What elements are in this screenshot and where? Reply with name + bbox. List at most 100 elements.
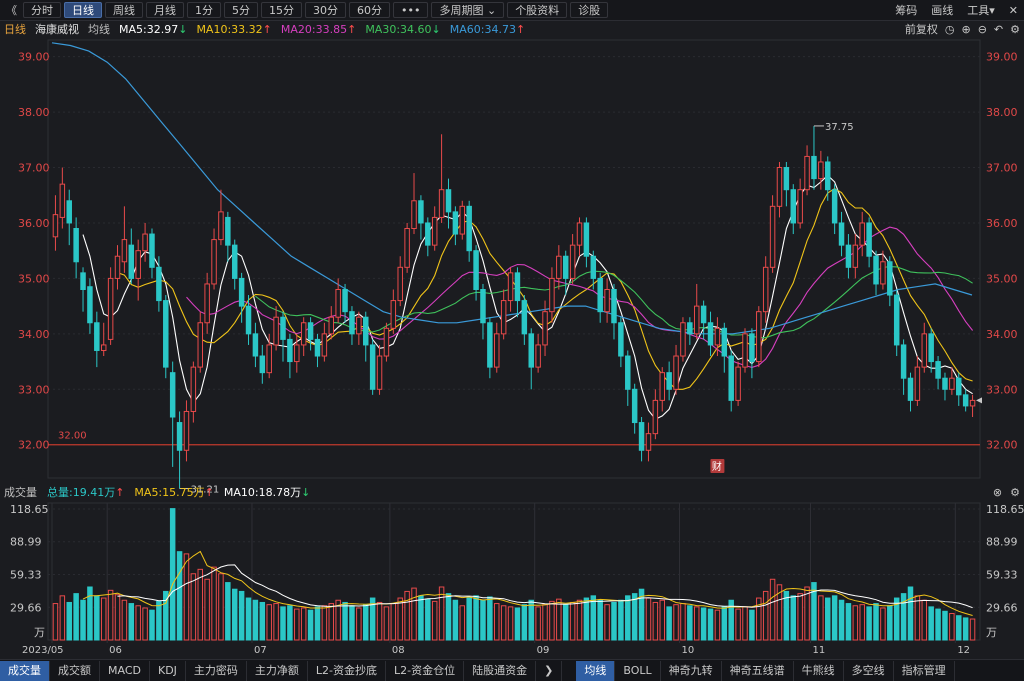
candle-body bbox=[273, 316, 279, 346]
candle-body bbox=[73, 228, 79, 263]
volume-bar bbox=[928, 606, 934, 641]
candle-body bbox=[66, 200, 72, 224]
volume-bar bbox=[942, 610, 948, 641]
time-label: 10 bbox=[681, 645, 694, 656]
volume-bar bbox=[611, 601, 617, 641]
indicator-tab-1[interactable]: 成交额 bbox=[50, 660, 100, 681]
volume-bar bbox=[652, 601, 659, 641]
candle-body bbox=[576, 222, 583, 246]
volume-bar bbox=[494, 603, 500, 641]
indicator-tab-0[interactable]: 成交量 bbox=[0, 660, 50, 681]
candle-body bbox=[804, 155, 810, 191]
volume-unit-left: 万 bbox=[34, 626, 45, 639]
volume-ma10-line bbox=[117, 564, 973, 609]
candle-body bbox=[80, 272, 86, 290]
volume-bar bbox=[583, 597, 590, 641]
axis-labels: 39.00 39.00 38.00 38.00 37.00 37.00 36.00 36.00… bbox=[10, 51, 1024, 656]
candle-body bbox=[307, 322, 314, 340]
candle-body bbox=[425, 222, 431, 246]
volume-tick-right: 29.66 bbox=[986, 601, 1018, 614]
candle-body bbox=[942, 377, 948, 390]
volume-bar bbox=[328, 603, 335, 641]
candle-body bbox=[349, 311, 355, 335]
candle-body bbox=[445, 189, 452, 213]
volume-unit-right: 万 bbox=[986, 626, 997, 639]
close-indicator-icon[interactable]: ⊗ bbox=[993, 485, 1002, 501]
candle-body bbox=[604, 288, 610, 313]
volume-bar bbox=[576, 599, 583, 641]
candle-body bbox=[893, 294, 900, 346]
indicator-tabs-left: 成交量 成交额 MACD KDJ 主力密码 主力净额 L2-资金抄底 L2-资金仓位 陆股通资金… bbox=[0, 660, 563, 681]
indicator-tab-2[interactable]: MACD bbox=[100, 660, 150, 681]
indicator-tab-4[interactable]: 主力密码 bbox=[186, 660, 247, 681]
volume-bar bbox=[556, 598, 562, 641]
volume-tick-left: 118.65 bbox=[10, 503, 49, 516]
candle-body bbox=[935, 361, 941, 379]
volume-bar bbox=[466, 597, 472, 641]
volume-bar bbox=[204, 578, 210, 641]
candle-body bbox=[659, 372, 665, 401]
volume-bar bbox=[790, 595, 797, 641]
indicator-tab-8[interactable]: 陆股通资金 bbox=[464, 660, 537, 681]
candle-body bbox=[487, 322, 493, 368]
overlay-tab-1[interactable]: BOLL bbox=[615, 660, 661, 681]
price-tick-left: 39.00 bbox=[18, 51, 50, 64]
volume-bar bbox=[397, 597, 403, 641]
volume-tick-right: 88.99 bbox=[986, 536, 1018, 549]
candle-body bbox=[631, 388, 638, 424]
overlay-tab-5[interactable]: 多空线 bbox=[844, 660, 894, 681]
indicator-tabs: 成交量 成交额 MACD KDJ 主力密码 主力净额 L2-资金抄底 L2-资金仓位 陆股通资金… bbox=[0, 659, 1024, 681]
ma5-line bbox=[82, 174, 973, 420]
volume-bar bbox=[211, 566, 217, 641]
kline-chart[interactable]: 39.00 39.00 38.00 38.00 37.00 37.00 36.00 36.00… bbox=[0, 0, 1024, 659]
volume-bar bbox=[349, 605, 355, 641]
volume-bar bbox=[687, 605, 693, 641]
candle-body bbox=[100, 344, 107, 351]
price-tick-right: 34.00 bbox=[986, 328, 1018, 341]
volume-bar bbox=[645, 597, 652, 641]
volume-bar bbox=[225, 582, 231, 641]
overlay-tab-0[interactable]: 均线 bbox=[576, 660, 616, 681]
candle-body bbox=[300, 322, 307, 346]
candle-body bbox=[583, 222, 590, 257]
candle-body bbox=[183, 410, 190, 451]
candle-body bbox=[783, 167, 790, 191]
candle-body bbox=[638, 422, 645, 451]
volume-bar bbox=[804, 586, 810, 641]
overlay-tab-6[interactable]: 指标管理 bbox=[894, 660, 955, 681]
candle-body bbox=[390, 300, 397, 329]
overlay-tab-4[interactable]: 牛熊线 bbox=[794, 660, 844, 681]
volume-tick-left: 59.33 bbox=[10, 568, 42, 581]
indicator-tab-3[interactable]: KDJ bbox=[150, 660, 186, 681]
indicator-tab-6[interactable]: L2-资金抄底 bbox=[308, 660, 387, 681]
candle-body bbox=[294, 344, 300, 363]
overlay-tab-3[interactable]: 神奇五线谱 bbox=[722, 660, 794, 681]
candle-body bbox=[700, 305, 707, 324]
volume-bar bbox=[866, 606, 872, 641]
candle-body bbox=[335, 288, 341, 318]
volume-bar bbox=[266, 604, 272, 641]
price-tick-left: 36.00 bbox=[18, 217, 50, 230]
volume-label[interactable]: 成交量 bbox=[4, 485, 37, 501]
overlay-tab-2[interactable]: 神奇九转 bbox=[661, 660, 722, 681]
volume-bar bbox=[659, 599, 665, 641]
indicator-tab-5[interactable]: 主力净额 bbox=[247, 660, 308, 681]
price-tick-right: 32.00 bbox=[986, 439, 1018, 452]
volume-bar bbox=[914, 595, 921, 641]
volume-bar bbox=[231, 588, 238, 641]
indicator-tab-9[interactable]: ❯ bbox=[536, 660, 563, 681]
candle-body bbox=[321, 333, 328, 357]
volume-bar bbox=[818, 595, 824, 641]
candle-body bbox=[411, 200, 417, 230]
volume-bar bbox=[156, 600, 162, 641]
volume-bar bbox=[873, 603, 879, 641]
candle-body bbox=[135, 250, 141, 279]
indicator-settings-icon[interactable]: ⚙ bbox=[1010, 485, 1020, 501]
volume-bar bbox=[673, 604, 679, 641]
candle-body bbox=[521, 300, 528, 335]
volume-bar bbox=[300, 607, 307, 641]
volume-bar bbox=[142, 607, 148, 641]
indicator-tab-7[interactable]: L2-资金仓位 bbox=[386, 660, 465, 681]
candle-body bbox=[859, 222, 865, 246]
volume-bar bbox=[190, 573, 197, 641]
